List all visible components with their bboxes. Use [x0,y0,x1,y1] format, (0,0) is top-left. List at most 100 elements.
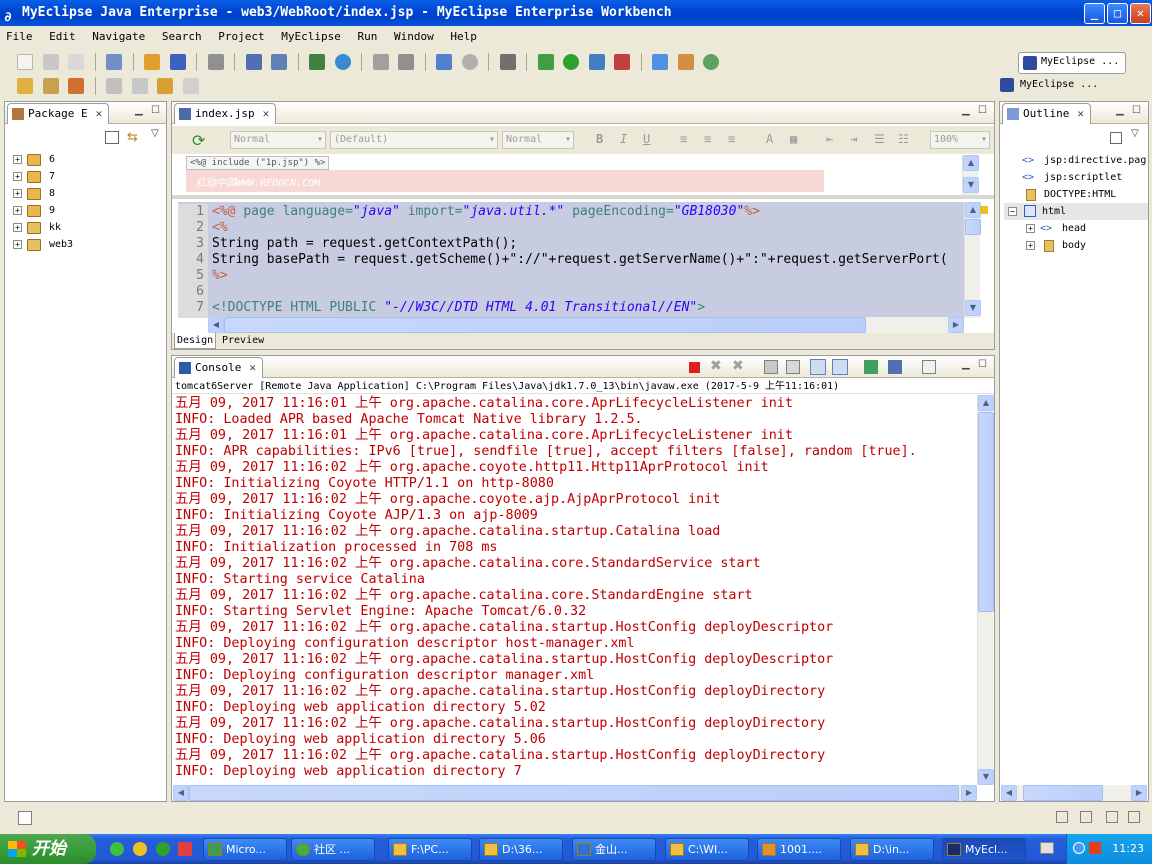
scroll-down-button[interactable]: ▼ [963,177,979,193]
maximize-view-icon[interactable]: ☐ [978,105,987,116]
tab-package-explorer[interactable]: Package E ✕ [7,103,110,124]
collapse-icon[interactable]: − [1008,207,1017,216]
save-icon[interactable] [42,54,59,70]
layout-icon[interactable] [436,54,452,70]
task-myeclipse[interactable]: MyEcl... [942,838,1026,861]
collapse-all-icon[interactable] [1110,132,1122,144]
open-folder-icon[interactable] [17,78,33,94]
perspective-myeclipse-java-enterprise[interactable]: MyEclipse ... [1018,52,1126,74]
maximize-button[interactable]: □ [1107,3,1128,24]
wizard-icon[interactable] [245,54,262,70]
close-icon[interactable]: ✕ [263,107,270,120]
external-tools-icon[interactable] [614,54,630,70]
scroll-left-button[interactable]: ◀ [208,317,224,333]
view-menu-icon[interactable]: ▽ [1131,128,1139,139]
new-icon[interactable] [17,54,33,70]
expand-icon[interactable]: + [1026,224,1035,233]
globe-icon[interactable] [334,54,351,70]
tab-preview[interactable]: Preview [220,333,266,348]
close-button[interactable]: ✕ [1130,3,1151,24]
restore-icon[interactable] [1056,811,1068,823]
outline-item-head[interactable]: + <> head [1004,220,1148,237]
db-icon[interactable] [398,54,414,70]
outdent-icon[interactable]: ⇤ [826,132,833,146]
coverage-icon[interactable] [588,54,605,70]
monitor-icon[interactable] [499,54,516,70]
deploy-server-icon[interactable] [309,54,325,70]
scroll-up-button[interactable]: ▲ [963,155,979,171]
scroll-thumb[interactable] [978,412,994,612]
minimize-view-icon[interactable]: ▁ [962,359,970,370]
scroll-down-button[interactable]: ▼ [965,300,981,316]
expand-icon[interactable]: + [13,189,22,198]
expand-icon[interactable]: + [13,223,22,232]
italic-button[interactable]: I [620,132,627,146]
tab-design[interactable]: Design [174,333,217,349]
outline-item-html[interactable]: − html [1004,203,1148,220]
console-output[interactable]: 五月 09, 2017 11:16:01 上午 org.apache.catal… [172,370,978,785]
splitter[interactable] [172,195,994,199]
font-select[interactable]: (Default) ▾ [330,131,498,149]
new-class-icon[interactable] [677,54,694,70]
keyboard-icon[interactable] [1040,842,1054,854]
menu-file[interactable]: File [6,30,33,43]
pin-icon[interactable] [68,78,84,94]
scroll-left-button[interactable]: ◀ [173,785,189,801]
console-vertical-scrollbar[interactable]: ▲ ▼ [977,395,994,785]
scroll-thumb[interactable] [965,219,981,235]
align-center-icon[interactable]: ≡ [704,132,711,146]
network-icon[interactable] [1073,842,1085,854]
perspective-myeclipse-secondary[interactable]: MyEclipse ... [998,76,1098,96]
task-folder-din[interactable]: D:\in... [850,838,934,861]
indent-icon[interactable]: ⇥ [850,132,857,146]
menu-search[interactable]: Search [162,30,202,43]
scroll-thumb[interactable] [1023,785,1103,801]
close-icon[interactable]: ✕ [96,107,103,120]
print-icon[interactable] [68,54,84,70]
expand-icon[interactable]: + [13,172,22,181]
bullet-list-icon[interactable]: ☷ [898,132,909,146]
new-server-icon[interactable] [652,54,668,70]
annotation-icon[interactable] [106,78,122,94]
menu-window[interactable]: Window [394,30,434,43]
minimize-view-icon[interactable]: ▁ [1116,105,1124,116]
minimize-view-icon[interactable]: ▁ [135,105,143,116]
quicklaunch-ie-icon[interactable] [110,842,124,856]
menu-run[interactable]: Run [357,30,377,43]
scroll-right-button[interactable]: ▶ [1131,785,1147,801]
task-community[interactable]: 社区 ... [291,838,375,861]
minimize-view-icon[interactable]: ▁ [962,105,970,116]
scroll-left-button[interactable]: ◀ [1001,785,1017,801]
scroll-thumb[interactable] [224,317,866,333]
forward-icon[interactable] [182,78,199,94]
scroll-right-button[interactable]: ▶ [948,317,964,333]
font-color-icon[interactable]: A [766,132,773,146]
task-folder-d36[interactable]: D:\36... [479,838,563,861]
console-horizontal-scrollbar[interactable]: ◀ ▶ [173,785,977,801]
outline-item-body[interactable]: + body [1004,237,1148,254]
scroll-right-button[interactable]: ▶ [961,785,977,801]
tree-item-kk[interactable]: + kk [13,219,163,236]
fast-view-icon[interactable] [18,811,32,825]
outline-item-jsp-directive[interactable]: <> jsp:directive.pag [1004,152,1148,169]
expand-icon[interactable]: + [13,240,22,249]
debug-icon[interactable] [537,54,554,70]
scroll-up-button[interactable]: ▲ [978,395,994,411]
back-icon[interactable] [157,78,173,94]
quicklaunch-app-icon[interactable] [178,842,192,856]
source-editor[interactable]: 1 2 3 4 5 6 7 <%@ page language="java" i… [178,202,964,318]
design-preview-area[interactable]: <%@ include ("1p.jsp") %> 红动中国WWW.REDOCN… [182,155,962,195]
outline-item-jsp-scriptlet[interactable]: <> jsp:scriptlet [1004,169,1148,186]
expand-icon[interactable]: + [13,155,22,164]
pencil-icon[interactable] [42,78,59,94]
expand-icon[interactable]: + [13,206,22,215]
menu-myeclipse[interactable]: MyEclipse [281,30,341,43]
task-kingsoft[interactable]: 金山... [572,838,656,861]
menu-help[interactable]: Help [450,30,477,43]
maximize-view-icon[interactable]: ☐ [978,359,987,370]
expand-icon[interactable]: + [1026,241,1035,250]
trim-icon-2[interactable] [1106,811,1118,823]
background-color-icon[interactable]: ▦ [790,132,797,146]
tab-outline[interactable]: Outline ✕ [1002,103,1091,124]
tab-index-jsp[interactable]: index.jsp ✕ [174,103,277,124]
